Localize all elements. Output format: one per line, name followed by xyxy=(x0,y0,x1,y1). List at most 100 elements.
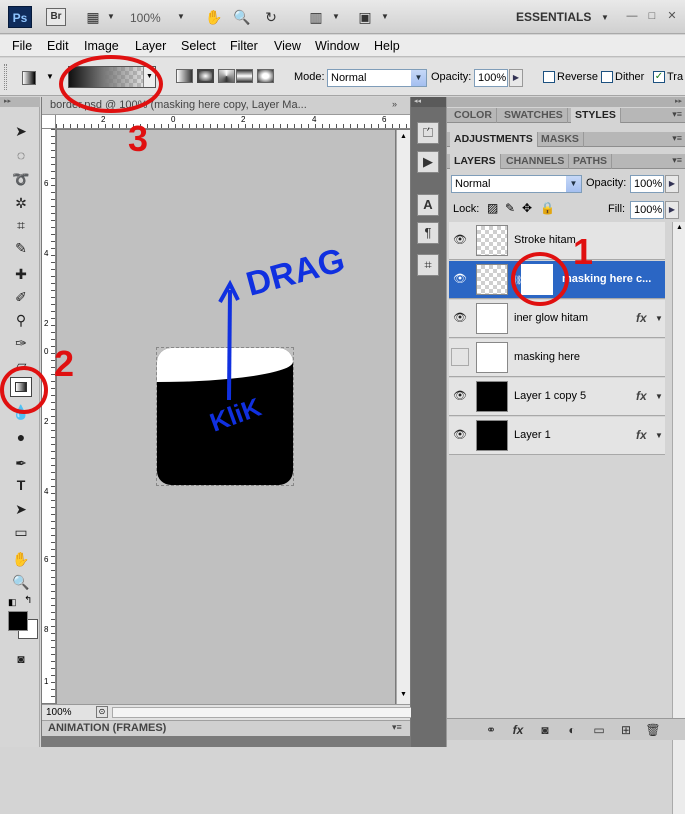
tab-color[interactable]: COLOR xyxy=(450,108,497,123)
fx-icon[interactable]: fx xyxy=(636,311,647,325)
tab-adjustments[interactable]: ADJUSTMENTS xyxy=(450,132,538,147)
chevron-down-icon[interactable]: ▼ xyxy=(655,314,663,323)
path-selection-tool-icon[interactable]: ➤ xyxy=(11,499,31,519)
close-icon[interactable]: ✕ xyxy=(665,9,679,23)
chevron-down-icon[interactable]: ▼ xyxy=(327,8,345,26)
restore-icon[interactable]: □ xyxy=(645,9,659,23)
paragraph-panel-icon[interactable]: ¶ xyxy=(417,222,439,244)
layer-mask-thumbnail[interactable] xyxy=(521,264,553,295)
scroll-up-icon[interactable]: ▲ xyxy=(397,130,410,144)
layer-name[interactable]: masking here xyxy=(514,351,580,363)
layer-row-masking-here[interactable]: masking here xyxy=(449,339,665,377)
lock-position-icon[interactable]: ✥ xyxy=(522,201,532,215)
brush-tool-icon[interactable]: ✐ xyxy=(11,287,31,307)
type-tool-icon[interactable]: T xyxy=(11,475,31,495)
menu-file[interactable]: File xyxy=(12,39,32,53)
vertical-scrollbar[interactable]: ▲ ▼ xyxy=(396,130,410,704)
eye-icon[interactable]: 👁 xyxy=(453,233,467,247)
layer-row-layer-1-copy-5[interactable]: 👁 Layer 1 copy 5 fx ▼ xyxy=(449,378,665,416)
pen-tool-icon[interactable]: ✒ xyxy=(11,453,31,473)
lasso-tool-icon[interactable]: ➰ xyxy=(11,169,31,189)
character-panel-icon[interactable]: A xyxy=(417,194,439,216)
tab-paths[interactable]: PATHS xyxy=(569,154,613,169)
menu-view[interactable]: View xyxy=(274,39,301,53)
diamond-gradient-button[interactable] xyxy=(257,69,274,83)
panel-menu-icon[interactable]: ▾≡ xyxy=(672,133,682,144)
menu-edit[interactable]: Edit xyxy=(47,39,69,53)
bridge-button[interactable]: Br xyxy=(46,8,66,26)
layer-name[interactable]: masking here c... xyxy=(562,273,651,285)
menu-layer[interactable]: Layer xyxy=(135,39,166,53)
button-artwork[interactable] xyxy=(157,348,293,485)
blur-tool-icon[interactable]: 💧 xyxy=(11,402,31,422)
adjustment-layer-icon[interactable]: ◐ xyxy=(564,723,580,737)
link-layers-icon[interactable]: ⚭ xyxy=(483,723,499,737)
move-tool-icon[interactable]: ➤ xyxy=(11,121,31,141)
chevron-down-icon[interactable]: ▼ xyxy=(46,72,54,81)
lock-transparent-icon[interactable]: ▨ xyxy=(487,201,498,215)
view-extras-icon[interactable]: ▦ xyxy=(84,8,102,26)
healing-brush-tool-icon[interactable]: ✚ xyxy=(11,264,31,284)
quick-mask-icon[interactable]: ◙ xyxy=(11,649,31,669)
opacity-slider-button[interactable]: ▶ xyxy=(509,69,523,87)
dock-expand-icon[interactable]: ◂◂ xyxy=(411,97,446,107)
arrange-documents-icon[interactable]: ▥ xyxy=(307,8,325,26)
eye-icon[interactable]: 👁 xyxy=(453,389,467,403)
layer-row-stroke-hitam[interactable]: 👁 Stroke hitam xyxy=(449,222,665,260)
new-group-icon[interactable]: ▭ xyxy=(591,723,607,737)
hand-tool-icon[interactable]: ✋ xyxy=(205,8,223,26)
lock-all-icon[interactable]: 🔒 xyxy=(540,201,555,215)
hand-tool-icon[interactable]: ✋ xyxy=(11,549,31,569)
layer-opacity-input[interactable]: 100% xyxy=(630,175,664,193)
eye-icon[interactable]: 👁 xyxy=(453,428,467,442)
eye-icon[interactable]: 👁 xyxy=(453,311,467,325)
tools-collapse-icon[interactable]: ▸▸ xyxy=(0,97,40,107)
reverse-checkbox[interactable] xyxy=(543,71,555,83)
chevron-down-icon[interactable]: ▼ xyxy=(172,8,190,26)
panels-collapse-icon[interactable]: ▸▸ xyxy=(447,97,685,107)
zoom-tool-icon[interactable]: 🔍 xyxy=(11,572,31,592)
chevron-down-icon[interactable]: ▼ xyxy=(102,8,120,26)
fx-icon[interactable]: fx xyxy=(636,389,647,403)
panel-collapse-icon[interactable]: » xyxy=(392,99,397,109)
tab-masks[interactable]: MASKS xyxy=(537,132,584,147)
lock-image-icon[interactable]: ✎ xyxy=(505,201,515,215)
scroll-down-icon[interactable]: ▼ xyxy=(397,688,410,702)
fill-input[interactable]: 100% xyxy=(630,201,664,219)
add-layer-mask-icon[interactable]: ◙ xyxy=(537,723,553,737)
opacity-input[interactable]: 100% xyxy=(474,69,508,87)
default-colors-icon[interactable]: ◧ xyxy=(8,597,17,608)
zoom-tool-icon[interactable]: 🔍 xyxy=(233,8,251,26)
layer-opacity-slider-button[interactable]: ▶ xyxy=(665,175,679,193)
blend-mode-select[interactable]: Normal ▼ xyxy=(451,175,582,193)
minimize-icon[interactable]: — xyxy=(625,9,639,23)
new-layer-icon[interactable]: ⊞ xyxy=(618,723,634,737)
ruler-origin[interactable] xyxy=(42,115,56,129)
chevron-down-icon[interactable]: ▼ xyxy=(376,8,394,26)
eye-icon[interactable]: 👁 xyxy=(453,272,467,286)
eraser-tool-icon[interactable]: ▱ xyxy=(11,355,31,375)
visibility-toggle[interactable] xyxy=(451,348,469,366)
magic-wand-tool-icon[interactable]: ✲ xyxy=(11,193,31,213)
reflected-gradient-button[interactable] xyxy=(236,69,253,83)
linear-gradient-button[interactable] xyxy=(176,69,193,83)
grip-handle[interactable] xyxy=(4,64,7,90)
status-zoom[interactable]: 100% xyxy=(46,707,72,718)
clone-stamp-tool-icon[interactable]: ⚲ xyxy=(11,310,31,330)
status-info-icon[interactable]: ⊙ xyxy=(96,706,108,718)
workspace-switcher[interactable]: ESSENTIALS xyxy=(516,10,591,24)
angle-gradient-button[interactable] xyxy=(218,69,235,83)
dodge-tool-icon[interactable]: ● xyxy=(11,427,31,447)
chevron-down-icon[interactable]: ▼ xyxy=(596,9,614,27)
history-brush-tool-icon[interactable]: ✑ xyxy=(11,333,31,353)
panel-menu-icon[interactable]: ▾≡ xyxy=(672,109,682,120)
menu-select[interactable]: Select xyxy=(181,39,216,53)
delete-layer-icon[interactable]: 🗑 xyxy=(645,723,661,737)
tab-layers[interactable]: LAYERS xyxy=(450,154,501,169)
tool-preset-picker[interactable] xyxy=(22,71,36,85)
tool-presets-panel-icon[interactable]: ⌗ xyxy=(417,254,439,276)
chevron-down-icon[interactable]: ▼ xyxy=(655,392,663,401)
animation-panel-tab[interactable]: ANIMATION (FRAMES) xyxy=(42,720,410,736)
marquee-tool-icon[interactable]: ◌ xyxy=(11,145,31,165)
menu-image[interactable]: Image xyxy=(84,39,119,53)
